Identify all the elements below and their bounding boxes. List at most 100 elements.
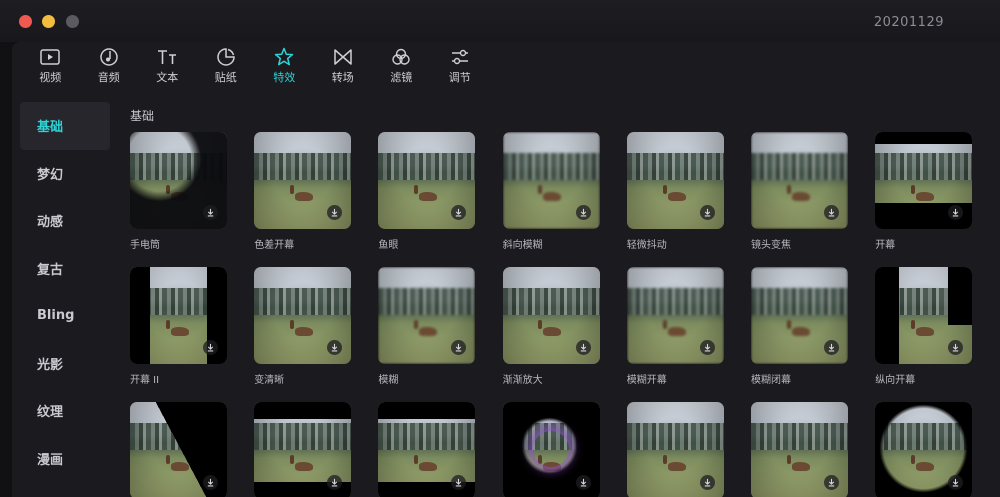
minimize-window-button[interactable] (42, 15, 55, 28)
tab-transition[interactable]: 转场 (314, 42, 373, 90)
effect-thumbnail[interactable] (378, 402, 476, 497)
effect-name: 模糊开幕 (626, 375, 667, 385)
tab-effects[interactable]: 特效 (255, 42, 314, 90)
media-toolbar: 视频 音频 文本 贴纸 特效 转场 滤镜 调节 (12, 42, 512, 90)
download-icon (579, 478, 588, 487)
effect-thumbnail[interactable] (751, 267, 848, 364)
download-icon (454, 478, 463, 487)
effect-item[interactable] (626, 402, 726, 497)
tab-adjust[interactable]: 调节 (431, 42, 490, 90)
download-button[interactable] (699, 340, 715, 355)
download-button[interactable] (699, 475, 715, 490)
tab-sticker[interactable]: 贴纸 (197, 42, 256, 90)
download-button[interactable] (824, 205, 839, 220)
effect-thumbnail[interactable] (254, 132, 352, 229)
sidebar-item-comic[interactable]: 漫画 (20, 435, 110, 483)
effect-item[interactable]: 色差开幕 (254, 132, 353, 250)
download-icon (206, 478, 215, 487)
effect-thumbnail[interactable] (130, 267, 227, 364)
effect-thumbnail[interactable] (502, 402, 600, 497)
effect-item[interactable]: 镜头变焦 (751, 132, 850, 250)
download-icon (703, 343, 712, 352)
sparkle-star-icon (275, 47, 294, 66)
effect-item[interactable]: 渐渐放大 (502, 267, 602, 385)
effect-thumbnail[interactable] (751, 402, 848, 497)
download-icon (454, 343, 463, 352)
effect-item[interactable] (254, 402, 353, 497)
bowtie-icon (334, 49, 352, 65)
tab-adjust-label: 调节 (448, 71, 471, 84)
download-icon (330, 478, 339, 487)
effect-item[interactable]: 纵向开幕 (875, 267, 974, 385)
download-button[interactable] (699, 205, 715, 220)
effect-item[interactable] (875, 402, 974, 497)
effect-thumbnail[interactable] (130, 402, 227, 497)
effect-thumbnail[interactable] (378, 267, 476, 364)
sidebar-item-bling[interactable]: Bling (20, 292, 110, 340)
video-icon (40, 49, 60, 65)
effect-name: 手电筒 (130, 240, 160, 250)
effect-thumbnail[interactable] (502, 267, 600, 364)
download-button[interactable] (824, 475, 839, 490)
effect-item[interactable]: 模糊闭幕 (751, 267, 850, 385)
effect-thumbnail[interactable] (626, 402, 724, 497)
effect-name: 模糊闭幕 (751, 375, 791, 385)
sidebar-item-retro[interactable]: 复古 (20, 245, 110, 293)
sidebar-item-dynamic[interactable]: 动感 (20, 197, 110, 245)
tab-video[interactable]: 视频 (21, 42, 80, 90)
effect-thumbnail[interactable] (875, 402, 973, 497)
download-icon (454, 208, 463, 217)
effect-item[interactable]: 斜向模糊 (502, 132, 602, 250)
maximize-window-button[interactable] (66, 15, 79, 28)
download-icon (951, 208, 960, 217)
tab-text[interactable]: 文本 (138, 42, 197, 90)
effect-thumbnail[interactable] (254, 402, 352, 497)
download-button[interactable] (575, 340, 591, 355)
effect-item[interactable] (502, 402, 602, 497)
effect-thumbnail[interactable] (378, 132, 476, 229)
effect-name: 镜头变焦 (751, 240, 791, 250)
sidebar-item-basic[interactable]: 基础 (20, 102, 110, 150)
sidebar-item-texture[interactable]: 纹理 (20, 387, 110, 435)
download-button[interactable] (575, 475, 591, 490)
section-title: 基础 (130, 109, 155, 123)
download-button[interactable] (824, 340, 839, 355)
tab-transition-label: 转场 (331, 71, 354, 84)
effect-thumbnail[interactable] (626, 132, 724, 229)
effect-thumbnail[interactable] (875, 132, 973, 229)
download-icon (951, 343, 960, 352)
download-button[interactable] (575, 205, 591, 220)
effect-item[interactable]: 开幕 II (130, 267, 229, 385)
download-button[interactable] (203, 340, 218, 355)
effect-item[interactable]: 鱼眼 (378, 132, 477, 250)
download-icon (703, 478, 712, 487)
download-icon (206, 343, 215, 352)
tab-filter[interactable]: 滤镜 (372, 42, 431, 90)
download-button[interactable] (203, 475, 218, 490)
effect-thumbnail[interactable] (626, 267, 724, 364)
effect-name: 变清晰 (254, 375, 285, 385)
effect-item[interactable] (751, 402, 850, 497)
effect-thumbnail[interactable] (130, 132, 227, 229)
effect-item[interactable] (378, 402, 477, 497)
tab-audio-label: 音频 (97, 71, 120, 84)
close-window-button[interactable] (19, 15, 32, 28)
effect-item[interactable]: 变清晰 (254, 267, 353, 385)
tab-audio[interactable]: 音频 (80, 42, 139, 90)
effect-thumbnail[interactable] (254, 267, 352, 364)
effect-thumbnail[interactable] (751, 132, 848, 229)
download-button[interactable] (203, 205, 218, 220)
effect-thumbnail[interactable] (502, 132, 600, 229)
effect-name: 斜向模糊 (502, 240, 543, 250)
effect-item[interactable]: 开幕 (875, 132, 974, 250)
effect-item[interactable]: 手电筒 (130, 132, 229, 250)
sidebar-item-dream[interactable]: 梦幻 (20, 150, 110, 198)
effect-item[interactable] (130, 402, 229, 497)
effect-item[interactable]: 轻微抖动 (626, 132, 726, 250)
effect-item[interactable]: 模糊开幕 (626, 267, 726, 385)
effect-thumbnail[interactable] (875, 267, 973, 364)
effect-item[interactable]: 模糊 (378, 267, 477, 385)
sidebar-item-light-shadow[interactable]: 光影 (20, 340, 110, 388)
download-icon (827, 478, 836, 487)
music-note-icon (100, 48, 118, 66)
